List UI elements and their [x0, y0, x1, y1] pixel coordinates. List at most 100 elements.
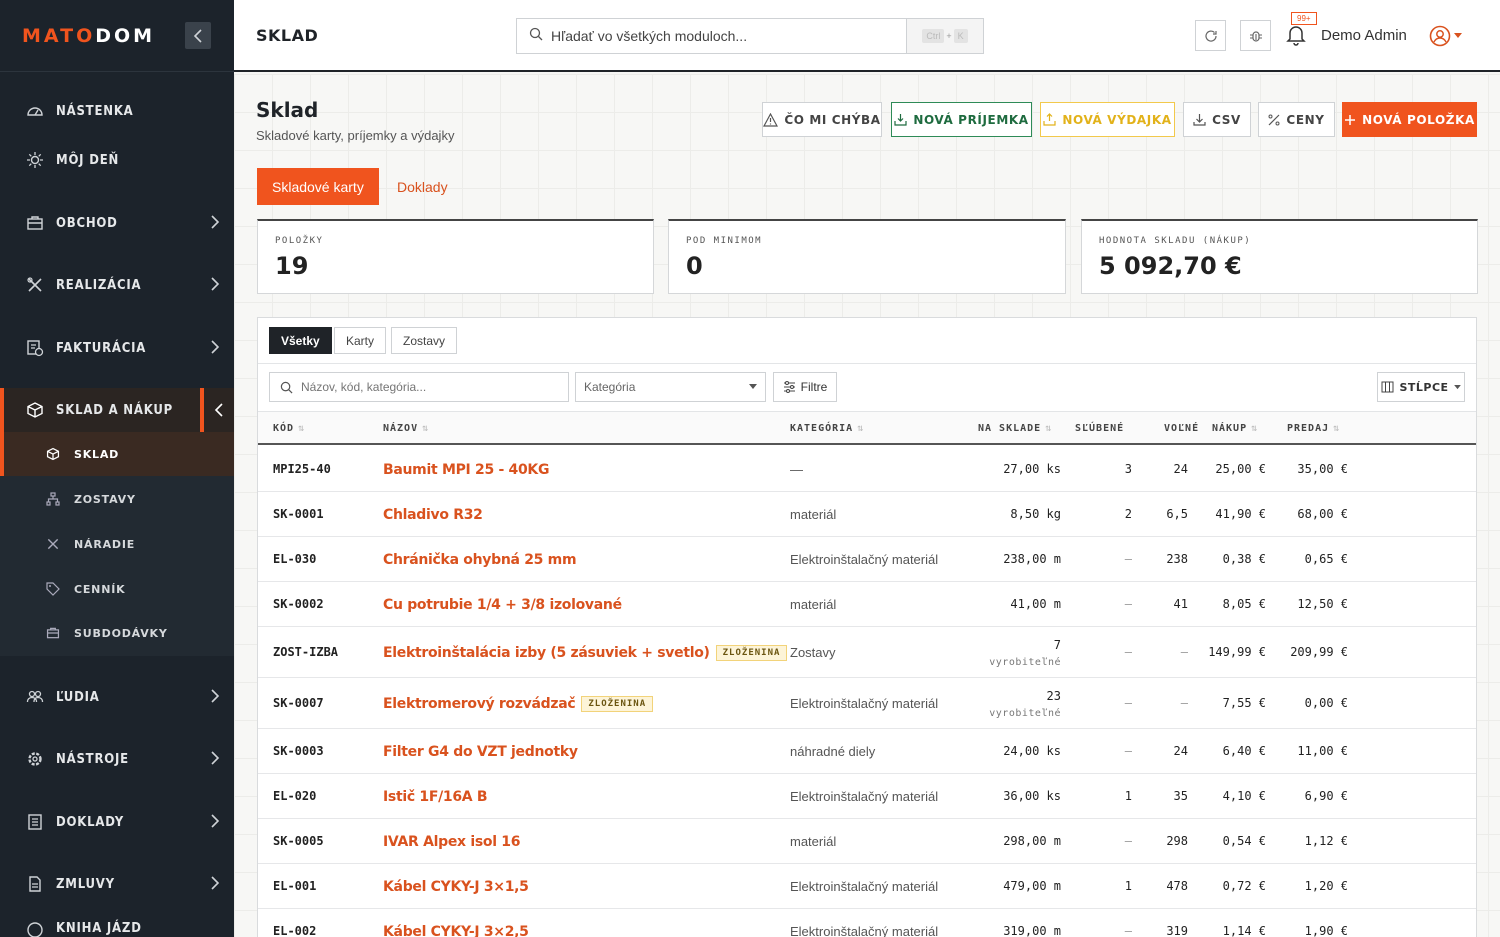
item-name-link[interactable]: Baumit MPI 25 - 40KG: [383, 462, 549, 478]
sidebar-item-label: OBCHOD: [56, 215, 118, 231]
chevron-right-icon: [211, 277, 220, 291]
user-name[interactable]: Demo Admin: [1321, 27, 1407, 44]
table-row[interactable]: EL-030 Chránička ohybná 25 mm Elektroinšta…: [258, 537, 1476, 582]
item-name-link[interactable]: Kábel CYKY-J 3×2,5: [383, 924, 529, 937]
sidebar-item-people[interactable]: ĽUDIA: [0, 675, 234, 719]
item-name-link[interactable]: Cu potrubie 1/4 + 3/8 izolované: [383, 597, 622, 613]
cell-name[interactable]: Kábel CYKY-J 3×2,5: [383, 924, 529, 937]
cell-free: 24: [1173, 744, 1188, 758]
bug-report-button[interactable]: [1240, 20, 1271, 51]
table-row[interactable]: SK-0003 Filter G4 do VZT jednotky náhradné…: [258, 729, 1476, 774]
sidebar-item-my-day[interactable]: MÔJ DEŇ: [0, 138, 234, 182]
segment-cards[interactable]: Karty: [334, 327, 387, 354]
sidebar-subitem-assemblies[interactable]: ZOSTAVY: [0, 477, 234, 521]
column-header-sell[interactable]: PREDAJ ⇅: [1287, 423, 1340, 434]
tab-stock-cards[interactable]: Skladové karty: [257, 168, 379, 205]
cell-category: Elektroinštalačný materiál: [790, 924, 939, 937]
csv-export-button[interactable]: CSV: [1183, 102, 1251, 137]
table-row[interactable]: MPI25-40 Baumit MPI 25 - 40KG — 27,00 ks 3 24…: [258, 447, 1476, 492]
item-name-link[interactable]: IVAR Alpex isol 16: [383, 834, 520, 850]
cell-name[interactable]: Chladivo R32: [383, 507, 483, 523]
sidebar-subitem-pricelist[interactable]: CENNÍK: [0, 567, 234, 611]
sidebar-item-contracts[interactable]: ZMLUVY: [0, 862, 234, 906]
caret-down-icon: [1453, 384, 1461, 389]
cell-name[interactable]: IVAR Alpex isol 16: [383, 834, 520, 850]
cell-promised: 3: [1124, 462, 1132, 476]
cell-name[interactable]: Filter G4 do VZT jednotky: [383, 744, 578, 760]
item-name-link[interactable]: Istič 1F/16A B: [383, 789, 488, 805]
column-header-promised: SĽÚBENÉ: [1075, 423, 1125, 434]
cell-name[interactable]: Istič 1F/16A B: [383, 789, 488, 805]
sidebar-subitem-stock[interactable]: SKLAD: [0, 432, 234, 476]
table-row[interactable]: EL-020 Istič 1F/16A B Elektroinštalačný ma…: [258, 774, 1476, 819]
cell-name[interactable]: Baumit MPI 25 - 40KG: [383, 462, 549, 478]
columns-button[interactable]: STĹPCE: [1377, 372, 1465, 402]
item-name-link[interactable]: Elektromerový rozvádzač: [383, 696, 576, 712]
sidebar-item-logbook[interactable]: KNIHA JÁZD: [0, 915, 234, 937]
table-row[interactable]: SK-0001 Chladivo R32 materiál 8,50 kg 2 6,5 41…: [258, 492, 1476, 537]
cell-name[interactable]: Cu potrubie 1/4 + 3/8 izolované: [383, 597, 622, 613]
sidebar-item-realization[interactable]: REALIZÁCIA: [0, 263, 234, 307]
stat-label: HODNOTA SKLADU (NÁKUP): [1099, 236, 1252, 246]
warning-icon: [763, 112, 779, 127]
item-name-link[interactable]: Chladivo R32: [383, 507, 483, 523]
cell-promised: —: [1124, 924, 1132, 937]
notifications-button[interactable]: [1286, 24, 1306, 51]
prices-button[interactable]: CENY: [1258, 102, 1335, 137]
column-header-category[interactable]: KATEGÓRIA ⇅: [790, 423, 864, 434]
item-name-link[interactable]: Elektroinštalácia izby (5 zásuviek + sve…: [383, 645, 710, 661]
category-select[interactable]: Kategória: [575, 372, 766, 402]
global-search-input[interactable]: [551, 28, 891, 44]
segment-assemblies[interactable]: Zostavy: [391, 327, 458, 354]
item-name-link[interactable]: Chránička ohybná 25 mm: [383, 552, 577, 568]
logo[interactable]: MATODOM: [22, 25, 155, 47]
column-header-buy[interactable]: NÁKUP ⇅: [1212, 423, 1258, 434]
table-row[interactable]: SK-0005 IVAR Alpex isol 16 materiál 298,00 …: [258, 819, 1476, 864]
cell-buy: 0,54 €: [1222, 834, 1266, 848]
item-name-link[interactable]: Kábel CYKY-J 3×1,5: [383, 879, 529, 895]
sidebar-item-tools[interactable]: NÁSTROJE: [0, 737, 234, 781]
refresh-button[interactable]: [1195, 20, 1226, 51]
sidebar-subitem-subcontracts[interactable]: SUBDODÁVKY: [0, 611, 234, 655]
sidebar-item-label: NÁSTENKA: [56, 103, 134, 119]
sidebar-item-stock-purchase[interactable]: SKLAD A NÁKUP: [0, 388, 234, 432]
stat-value: 19: [275, 252, 309, 280]
cell-name[interactable]: Elektroinštalácia izby (5 zásuviek + sve…: [383, 645, 788, 661]
filters-button[interactable]: Filtre: [773, 372, 837, 402]
cell-code: EL-030: [273, 552, 317, 566]
tab-documents[interactable]: Doklady: [382, 168, 463, 205]
user-menu-button[interactable]: [1429, 25, 1462, 47]
table-row[interactable]: EL-002 Kábel CYKY-J 3×2,5 Elektroinštalačn…: [258, 909, 1476, 937]
column-header-code[interactable]: KÓD ⇅: [273, 423, 305, 434]
missing-items-button[interactable]: ČO MI CHÝBA: [762, 102, 882, 137]
sidebar-item-documents[interactable]: DOKLADY: [0, 800, 234, 844]
sidebar-collapse-button[interactable]: [185, 22, 211, 49]
cell-name[interactable]: Chránička ohybná 25 mm: [383, 552, 577, 568]
sidebar-subitem-tools[interactable]: NÁRADIE: [0, 522, 234, 566]
table-row[interactable]: EL-001 Kábel CYKY-J 3×1,5 Elektroinštalačn…: [258, 864, 1476, 909]
table-row[interactable]: SK-0007 Elektromerový rozvádzač ZLOŽENINA E…: [258, 678, 1476, 729]
segment-all[interactable]: Všetky: [269, 327, 332, 354]
sidebar-item-invoicing[interactable]: FAKTURÁCIA: [0, 326, 234, 370]
briefcase-icon: [26, 214, 44, 232]
table-row[interactable]: SK-0002 Cu potrubie 1/4 + 3/8 izolované ma…: [258, 582, 1476, 627]
cell-free: 319: [1166, 924, 1188, 937]
item-name-link[interactable]: Filter G4 do VZT jednotky: [383, 744, 578, 760]
new-item-label: NOVÁ POLOŽKA: [1362, 112, 1475, 127]
new-receipt-button[interactable]: NOVÁ PRÍJEMKA: [891, 102, 1032, 137]
column-header-name[interactable]: NÁZOV ⇅: [383, 423, 429, 434]
collapse-section-button[interactable]: [200, 388, 234, 432]
table-search-input[interactable]: [301, 380, 551, 394]
box-icon: [26, 401, 44, 419]
table-row[interactable]: ZOST-IZBA Elektroinštalácia izby (5 zásuv…: [258, 627, 1476, 678]
sidebar-item-dashboard[interactable]: NÁSTENKA: [0, 89, 234, 133]
cell-free: 41: [1173, 597, 1188, 611]
column-header-stock[interactable]: NA SKLADE ⇅: [978, 423, 1052, 434]
cell-name[interactable]: Elektromerový rozvádzač ZLOŽENINA: [383, 696, 654, 712]
stat-label: POLOŽKY: [275, 236, 324, 246]
cell-promised: —: [1124, 744, 1132, 758]
cell-name[interactable]: Kábel CYKY-J 3×1,5: [383, 879, 529, 895]
sidebar-item-business[interactable]: OBCHOD: [0, 201, 234, 245]
new-issue-button[interactable]: NOVÁ VÝDAJKA: [1040, 102, 1175, 137]
new-item-button[interactable]: NOVÁ POLOŽKA: [1342, 102, 1477, 137]
